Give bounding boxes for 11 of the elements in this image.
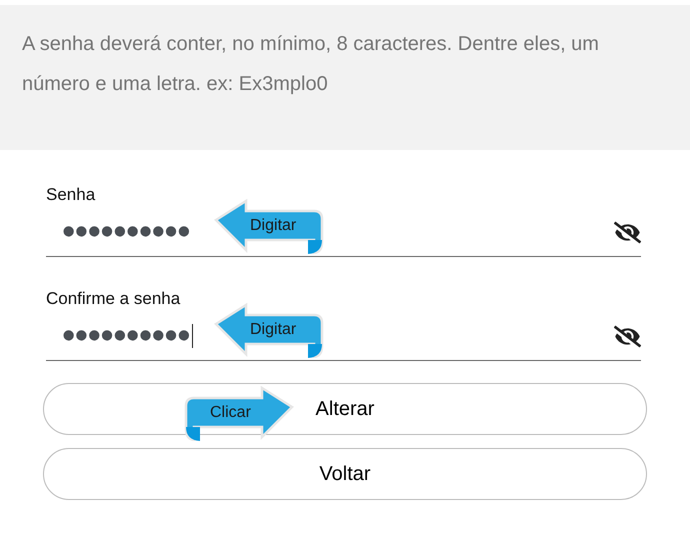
hide-password-icon[interactable] [614,323,641,350]
password-rules-text: A senha deverá conter, no mínimo, 8 caracteres. Dentre eles, um número e uma letra. ex: Ex3mplo0 [22,32,600,97]
action-button[interactable]: Voltar [43,448,647,500]
arrow-callout: Digitar [214,198,324,254]
arrow-callout: Clicar [184,385,294,441]
hide-password-icon[interactable] [614,219,641,246]
password-input[interactable]: •••••••••• [62,212,194,250]
field-label: Confirme a senha [46,288,182,310]
arrow-callout: Digitar [214,302,324,358]
field-label: Senha [46,184,96,206]
password-input[interactable]: •••••••••• [62,316,194,354]
